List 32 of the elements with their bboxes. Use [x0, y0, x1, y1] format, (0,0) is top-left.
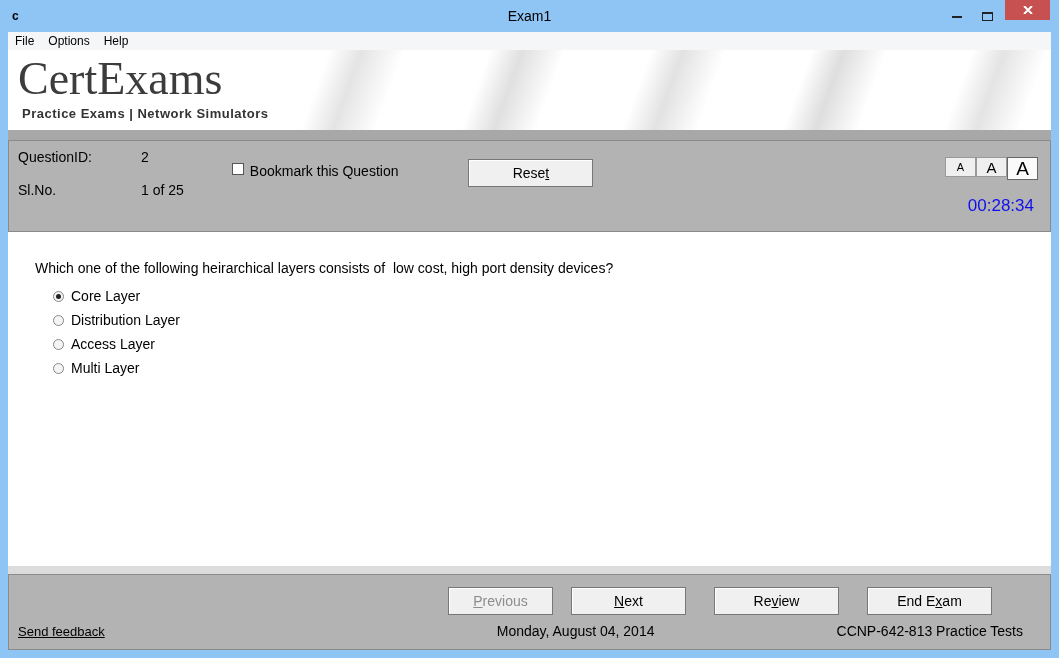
logo-text: CertExams	[18, 54, 223, 104]
bookmark-checkbox[interactable]: Bookmark this Question	[231, 161, 399, 182]
timer: 00:28:34	[967, 195, 1034, 217]
app-icon[interactable]: c	[12, 7, 19, 25]
send-feedback-link[interactable]: Send feedback	[18, 621, 105, 642]
window-title: Exam1	[507, 6, 552, 26]
nav-button[interactable]: End Exam	[867, 587, 992, 615]
font-size-button[interactable]: A	[976, 157, 1007, 177]
date-text: Monday, August 04, 2014	[496, 622, 655, 641]
menu-item[interactable]: Help	[103, 32, 129, 50]
field-value: 1 of 25	[141, 181, 184, 200]
font-size-button[interactable]: A	[945, 157, 976, 177]
field-value: 2	[141, 148, 150, 167]
answer-radio[interactable]: Multi Layer	[53, 359, 140, 378]
close-button[interactable]	[1005, 0, 1050, 20]
field-label: Sl.No.	[18, 181, 58, 200]
product-name: CCNP-642-813 Practice Tests	[836, 622, 1023, 641]
answer-radio[interactable]: Access Layer	[53, 335, 156, 354]
font-size-button[interactable]: A	[1007, 157, 1038, 180]
field-label: QuestionID:	[18, 148, 93, 167]
reset-button[interactable]: Reset	[468, 159, 594, 187]
answer-radio[interactable]: Core Layer	[53, 287, 141, 306]
nav-button[interactable]: Review	[714, 587, 839, 615]
menu-item[interactable]: Options	[48, 32, 90, 50]
close-icon	[1022, 6, 1033, 14]
tagline: Practice Exams | Network Simulators	[22, 105, 269, 123]
minimize-icon[interactable]	[952, 14, 962, 18]
nav-button[interactable]: Next	[571, 587, 686, 615]
question-text: Which one of the following heirarchical layers consists of low cost, high port density devices?	[35, 259, 614, 278]
menu-item[interactable]: File	[15, 32, 35, 50]
maximize-icon[interactable]	[982, 11, 993, 21]
answer-radio[interactable]: Distribution Layer	[53, 311, 180, 330]
